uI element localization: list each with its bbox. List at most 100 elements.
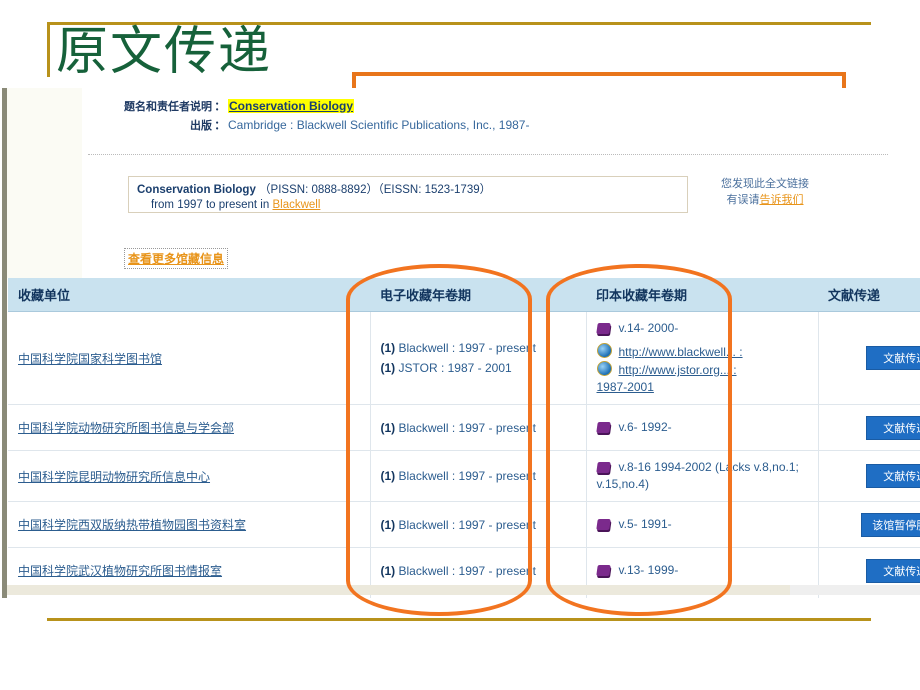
page-title: 原文传递 — [56, 22, 273, 82]
document-delivery-button[interactable]: 文献传递 — [866, 464, 920, 488]
book-icon — [595, 565, 611, 576]
print-holding-links: http://www.blackwell... : http://www.jsto… — [596, 343, 808, 396]
fulltext-journal-line: Conservation Biology （PISSN: 0888-8892）（… — [129, 177, 687, 197]
electronic-holding-count: (1) — [380, 563, 399, 578]
cell-library: 中国科学院西双版纳热带植物园图书资料室 — [8, 501, 371, 548]
table-row: 中国科学院西双版纳热带植物园图书资料室 (1) Blackwell : 1997 … — [8, 501, 920, 548]
table-row: 中国科学院动物研究所图书信息与学会部 (1) Blackwell : 1997 -… — [8, 404, 920, 451]
electronic-holding-item: (1) Blackwell : 1997 - present — [381, 421, 576, 435]
electronic-holding-range: Blackwell : 1997 - present — [398, 420, 536, 435]
cell-document-delivery: 该馆暂停服务 — [818, 501, 920, 548]
electronic-holding-count: (1) — [380, 341, 399, 355]
screenshot-footer-strip-right — [790, 585, 920, 595]
print-holding-link-row: http://www.blackwell... : — [596, 343, 808, 361]
book-icon — [595, 422, 611, 433]
report-error-line1: 您发现此全文链接 — [721, 177, 809, 190]
record-title-colon: ： — [214, 101, 226, 113]
record-title-label: 题名和责任者说明 — [124, 100, 212, 113]
electronic-holding-item: (1) JSTOR : 1987 - 2001 — [381, 361, 576, 375]
electronic-holding-range: JSTOR : 1987 - 2001 — [398, 361, 512, 375]
bibliographic-record: 题名和责任者说明 ： Conservation Biology 出版 ： Cam… — [82, 98, 722, 136]
fulltext-coverage-line: from 1997 to present in Blackwell — [129, 197, 687, 211]
cell-electronic-holdings: (1) Blackwell : 1997 - present (1) JSTOR … — [370, 311, 587, 405]
document-delivery-button[interactable]: 文献传递 — [866, 346, 920, 370]
cell-document-delivery: 文献传递 — [818, 311, 920, 405]
cell-print-holdings: v.8-16 1994-2002 (Lacks v.8,no.1; v.15,n… — [586, 450, 819, 502]
record-title-value: Conservation Biology — [228, 99, 355, 113]
record-publisher-row: 出版 ： Cambridge : Blackwell Scientific Pu… — [82, 117, 722, 133]
print-holding-range: v.13- 1999- — [618, 563, 679, 577]
column-header-print-holdings: 印本收藏年卷期 — [586, 278, 818, 312]
fulltext-issn: （PISSN: 0888-8892）（EISSN: 1523-1739） — [259, 184, 492, 196]
print-holding-link-row: http://www.jstor.org... : — [596, 361, 808, 379]
electronic-holding-range: Blackwell : 1997 - present — [398, 517, 536, 532]
electronic-holding-item: (1) Blackwell : 1997 - present — [381, 469, 576, 483]
report-error-link[interactable]: 告诉我们 — [760, 193, 804, 206]
internet-explorer-icon — [596, 343, 612, 358]
print-holding-item: v.8-16 1994-2002 (Lacks v.8,no.1; v.15,n… — [595, 459, 808, 493]
electronic-holding-range: Blackwell : 1997 - present — [398, 563, 536, 578]
print-holding-range: v.14- 2000- — [618, 321, 679, 335]
electronic-holding-item: (1) Blackwell : 1997 - present — [381, 564, 576, 578]
library-link[interactable]: 中国科学院动物研究所图书信息与学会部 — [18, 421, 234, 435]
internet-explorer-icon — [596, 361, 612, 376]
electronic-holding-count: (1) — [380, 469, 399, 483]
report-error-line2-prefix: 有误请 — [726, 193, 760, 206]
print-holding-link-tail: 1987-2001 — [597, 379, 808, 396]
document-delivery-button[interactable]: 文献传递 — [866, 415, 920, 440]
fulltext-provider-link[interactable]: Blackwell — [272, 199, 320, 211]
section-divider — [88, 154, 888, 155]
cell-document-delivery: 文献传递 — [818, 404, 920, 451]
external-url-link[interactable]: http://www.jstor.org... : — [619, 363, 737, 377]
cell-print-holdings: v.6- 1992- — [586, 404, 819, 451]
print-holding-item: v.5- 1991- — [595, 516, 808, 533]
holdings-table: 收藏单位 电子收藏年卷期 印本收藏年卷期 文献传递 中国科学院国家科学图书馆 (1… — [8, 278, 920, 598]
electronic-holding-range: Blackwell : 1997 - present — [398, 341, 536, 355]
document-delivery-button[interactable]: 文献传递 — [866, 558, 920, 583]
cell-print-holdings: v.14- 2000- http://www.blackwell... : http… — [586, 311, 819, 405]
record-title-highlight[interactable]: Conservation Biology — [228, 99, 355, 113]
frame-left-rule — [47, 22, 50, 77]
frame-bottom-rule — [47, 618, 871, 621]
record-title-row: 题名和责任者说明 ： Conservation Biology — [82, 98, 722, 114]
record-publisher-label: 出版 — [190, 119, 212, 132]
view-more-holdings-link[interactable]: 查看更多馆藏信息 — [124, 248, 229, 269]
electronic-holding-count: (1) — [380, 420, 399, 435]
print-holding-item: v.13- 1999- — [595, 562, 808, 579]
book-icon — [595, 462, 611, 473]
record-publisher-colon: ： — [214, 120, 226, 132]
print-holding-item: v.14- 2000- — [595, 320, 808, 337]
fulltext-journal-name: Conservation Biology — [137, 184, 256, 196]
print-holding-range: v.5- 1991- — [618, 517, 672, 531]
fulltext-coverage-prefix: from 1997 to present in — [151, 199, 273, 211]
record-publisher-value: Cambridge : Blackwell Scientific Publica… — [228, 118, 530, 132]
book-icon — [595, 519, 611, 530]
report-error-note: 您发现此全文链接 有误请告诉我们 — [690, 176, 840, 208]
library-link[interactable]: 中国科学院昆明动物研究所信息中心 — [18, 470, 210, 484]
library-link[interactable]: 中国科学院国家科学图书馆 — [18, 352, 162, 366]
library-link[interactable]: 中国科学院武汉植物研究所图书情报室 — [18, 564, 222, 578]
column-header-electronic-holdings: 电子收藏年卷期 — [370, 278, 586, 312]
table-row: 中国科学院国家科学图书馆 (1) Blackwell : 1997 - prese… — [8, 311, 920, 405]
column-header-document-delivery: 文献传递 — [818, 278, 920, 312]
external-url-link[interactable]: http://www.blackwell... : — [619, 345, 743, 359]
cell-library: 中国科学院昆明动物研究所信息中心 — [8, 450, 371, 502]
screenshot-left-edge-bar — [2, 88, 7, 598]
electronic-holding-item: (1) Blackwell : 1997 - present — [381, 341, 576, 355]
column-header-library: 收藏单位 — [8, 278, 370, 312]
cell-library: 中国科学院国家科学图书馆 — [8, 311, 371, 405]
table-row: 中国科学院昆明动物研究所信息中心 (1) Blackwell : 1997 - p… — [8, 450, 920, 502]
library-link[interactable]: 中国科学院西双版纳热带植物园图书资料室 — [18, 518, 246, 532]
service-suspended-button[interactable]: 该馆暂停服务 — [861, 512, 920, 537]
print-holding-range: v.6- 1992- — [618, 420, 672, 434]
external-url-link-years[interactable]: 1987-2001 — [597, 380, 654, 394]
screenshot-footer-strip — [7, 585, 920, 595]
cell-library: 中国科学院动物研究所图书信息与学会部 — [8, 404, 371, 451]
holdings-table-body: 中国科学院国家科学图书馆 (1) Blackwell : 1997 - prese… — [8, 311, 920, 598]
print-holding-item: v.6- 1992- — [595, 419, 808, 436]
book-icon — [595, 323, 611, 334]
electronic-holding-count: (1) — [380, 361, 399, 375]
embedded-screenshot: 题名和责任者说明 ： Conservation Biology 出版 ： Cam… — [0, 88, 920, 598]
cell-electronic-holdings: (1) Blackwell : 1997 - present — [370, 501, 587, 548]
cell-electronic-holdings: (1) Blackwell : 1997 - present — [370, 404, 587, 451]
